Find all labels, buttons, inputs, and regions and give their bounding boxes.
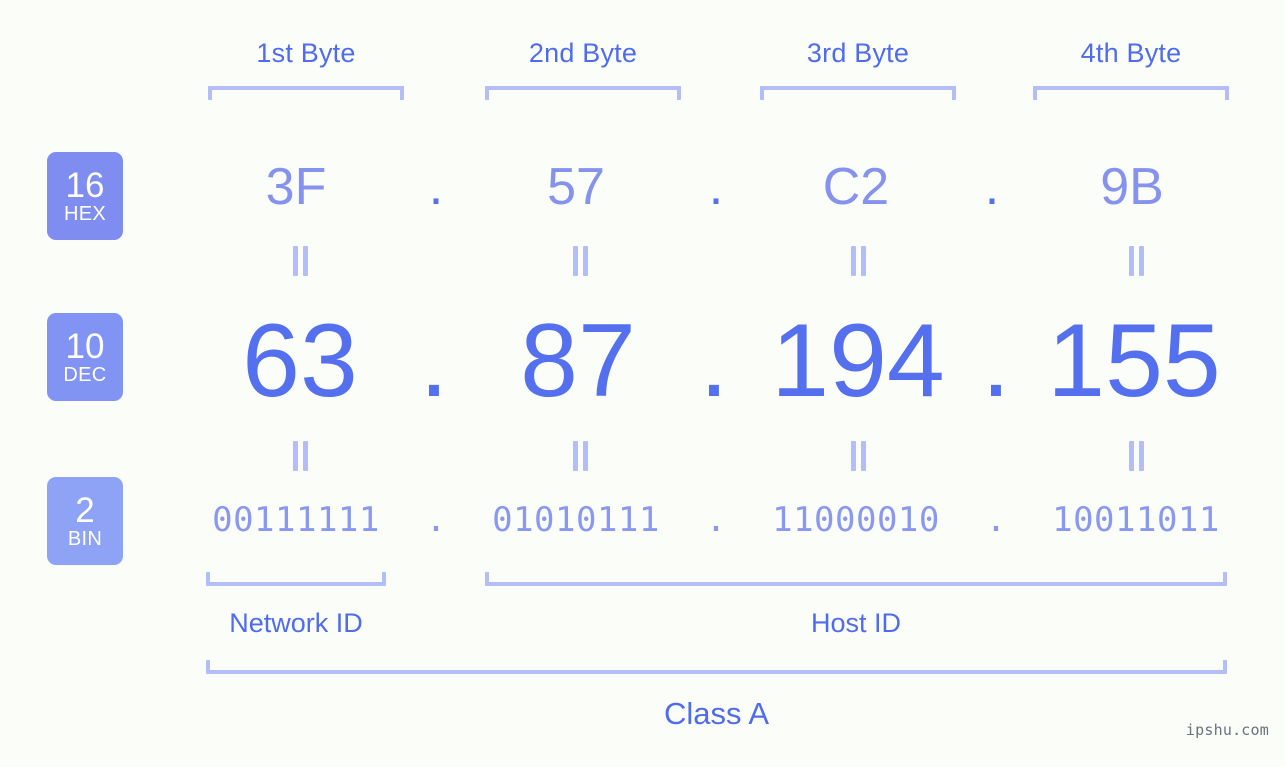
hex-byte-1: 3F: [265, 158, 327, 216]
byte-header-1: 1st Byte: [256, 38, 356, 68]
ip-class-label: Class A: [663, 696, 770, 731]
dec-byte-1: 63: [242, 303, 358, 419]
equals-icon-dec-bin-2: [568, 441, 592, 471]
dec-separator-2: .: [699, 303, 729, 419]
byte-bracket-4: [1033, 86, 1229, 100]
hex-byte-2: 57: [547, 158, 605, 216]
bin-byte-3: 11000010: [772, 500, 940, 540]
bin-byte-1: 00111111: [212, 500, 380, 540]
equals-icon-hex-dec-1: [288, 246, 312, 276]
radix-badge-bin: 2 BIN: [47, 477, 123, 565]
equals-icon-hex-dec-3: [846, 246, 870, 276]
ip-breakdown-diagram: 1st Byte 2nd Byte 3rd Byte 4th Byte 16 H…: [0, 0, 1285, 767]
host-id-bracket: [485, 572, 1227, 586]
dec-separator-1: .: [419, 303, 449, 419]
byte-header-4: 4th Byte: [1080, 38, 1182, 68]
hex-separator-3: .: [984, 158, 1000, 216]
hex-separator-1: .: [428, 158, 444, 216]
radix-badge-hex: 16 HEX: [47, 152, 123, 240]
bin-separator-2: .: [705, 500, 727, 540]
equals-icon-dec-bin-1: [288, 441, 312, 471]
bin-byte-4: 10011011: [1052, 500, 1220, 540]
byte-bracket-3: [760, 86, 956, 100]
bin-separator-3: .: [985, 500, 1007, 540]
network-id-bracket: [206, 572, 386, 586]
byte-header-3: 3rd Byte: [806, 38, 910, 68]
radix-badge-dec-unit: DEC: [63, 363, 107, 386]
dec-byte-4: 155: [1047, 303, 1221, 419]
dec-byte-3: 194: [771, 303, 945, 419]
site-watermark: ipshu.com: [1185, 721, 1269, 739]
equals-icon-dec-bin-4: [1124, 441, 1148, 471]
radix-badge-hex-unit: HEX: [63, 202, 107, 225]
equals-icon-dec-bin-3: [846, 441, 870, 471]
radix-badge-bin-unit: BIN: [67, 527, 103, 550]
dec-byte-2: 87: [520, 303, 636, 419]
ip-class-bracket: [206, 660, 1227, 674]
host-id-label: Host ID: [810, 608, 902, 638]
equals-icon-hex-dec-4: [1124, 246, 1148, 276]
network-id-label: Network ID: [229, 608, 363, 638]
bin-separator-1: .: [425, 500, 447, 540]
byte-header-2: 2nd Byte: [528, 38, 638, 68]
radix-badge-hex-number: 16: [65, 165, 105, 205]
byte-bracket-1: [208, 86, 404, 100]
equals-icon-hex-dec-2: [568, 246, 592, 276]
radix-badge-bin-number: 2: [75, 490, 95, 530]
dec-separator-3: .: [981, 303, 1011, 419]
byte-bracket-2: [485, 86, 681, 100]
radix-badge-dec: 10 DEC: [47, 313, 123, 401]
hex-byte-3: C2: [822, 158, 890, 216]
hex-separator-2: .: [708, 158, 724, 216]
bin-byte-2: 01010111: [492, 500, 660, 540]
radix-badge-dec-number: 10: [65, 326, 105, 366]
hex-byte-4: 9B: [1100, 158, 1164, 216]
